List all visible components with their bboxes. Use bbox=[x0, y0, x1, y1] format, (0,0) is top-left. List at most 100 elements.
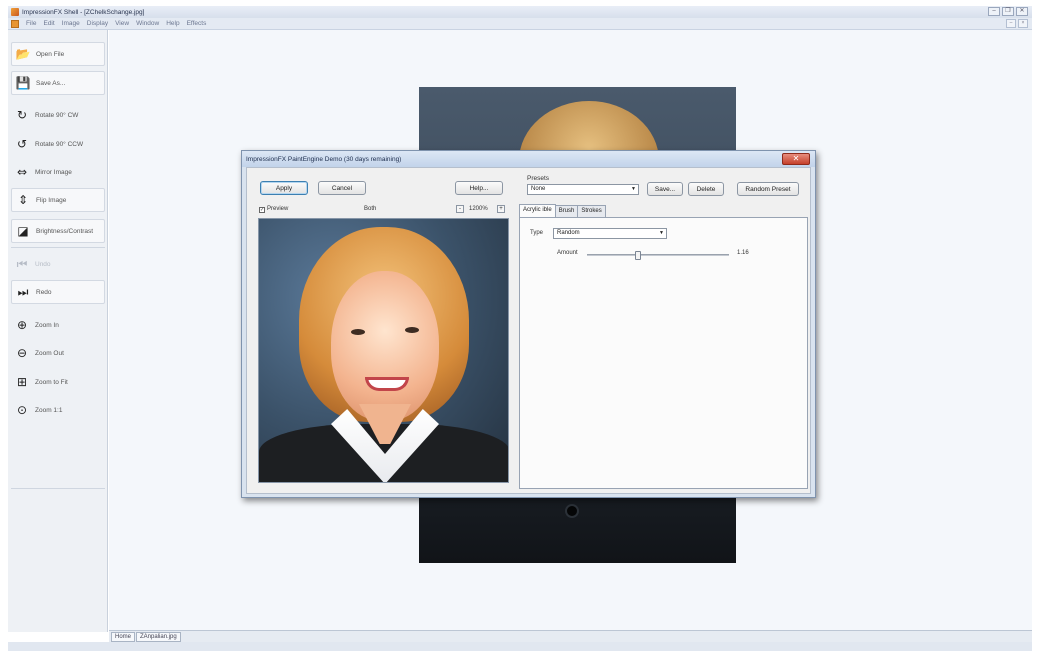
zoom-in-button[interactable]: ⊕ Zoom In bbox=[11, 313, 105, 337]
mirror-image-label: Mirror Image bbox=[35, 168, 72, 176]
zoom-to-fit-label: Zoom to Fit bbox=[35, 378, 68, 386]
doc-tab-image[interactable]: ZAnpalian.jpg bbox=[136, 631, 181, 642]
flip-image-label: Flip Image bbox=[36, 196, 67, 204]
zoom-1-1-button[interactable]: ⊙ Zoom 1:1 bbox=[11, 398, 105, 422]
rotate-ccw-icon: ↺ bbox=[16, 137, 28, 151]
menu-image[interactable]: Image bbox=[62, 20, 80, 27]
toolbar-divider bbox=[11, 488, 105, 489]
zoom-out-button[interactable]: ⊖ Zoom Out bbox=[11, 341, 105, 365]
presets-dropdown[interactable]: None ▼ bbox=[527, 184, 639, 195]
open-file-label: Open File bbox=[36, 50, 65, 58]
redo-icon: ⏭ bbox=[17, 284, 29, 299]
dialog-close-button[interactable]: ✕ bbox=[782, 153, 810, 165]
help-button[interactable]: Help... bbox=[455, 181, 503, 195]
zoom-in-label: Zoom In bbox=[35, 321, 59, 329]
preview-label: Preview bbox=[267, 206, 289, 212]
menu-file[interactable]: File bbox=[26, 20, 36, 27]
rotate-cw-button[interactable]: ↻ Rotate 90° CW bbox=[11, 103, 105, 127]
zoom-plus-button[interactable]: + bbox=[497, 205, 505, 213]
settings-panel: Type Random ▼ Amount 1.16 bbox=[519, 217, 808, 489]
preview-image[interactable] bbox=[258, 218, 509, 483]
app-logo-icon bbox=[11, 8, 19, 16]
minimize-button[interactable]: – bbox=[988, 7, 1000, 16]
delete-preset-button[interactable]: Delete bbox=[688, 182, 724, 196]
menu-view[interactable]: View bbox=[115, 20, 129, 27]
presets-selected-value: None bbox=[531, 186, 546, 192]
apply-button[interactable]: Apply bbox=[260, 181, 308, 195]
brightness-contrast-button[interactable]: ◪ Brightness/Contrast bbox=[11, 219, 105, 243]
menu-bar: File Edit Image Display View Window Help… bbox=[8, 18, 1032, 30]
tab-strokes[interactable]: Strokes bbox=[577, 205, 606, 217]
rotate-ccw-label: Rotate 90° CCW bbox=[35, 140, 84, 148]
mirror-icon: ⇔ bbox=[16, 165, 28, 179]
redo-button[interactable]: ⏭ Redo bbox=[11, 280, 105, 304]
document-tabs: Home ZAnpalian.jpg bbox=[109, 630, 1032, 642]
tab-acrylic[interactable]: Acrylic ible bbox=[519, 204, 556, 217]
save-as-button[interactable]: 💾 Save As... bbox=[11, 71, 105, 95]
type-label: Type bbox=[530, 230, 544, 236]
app-titlebar: ImpressionFX Shell - [ZChelkSchange.jpg]… bbox=[8, 6, 1032, 18]
dialog-titlebar[interactable]: ImpressionFX PaintEngine Demo (30 days r… bbox=[242, 151, 815, 167]
menu-edit[interactable]: Edit bbox=[43, 20, 54, 27]
status-bar bbox=[8, 642, 1032, 651]
brightness-contrast-icon: ◪ bbox=[17, 224, 29, 238]
redo-label: Redo bbox=[36, 288, 52, 296]
zoom-in-icon: ⊕ bbox=[16, 318, 28, 332]
amount-slider[interactable] bbox=[587, 251, 729, 260]
type-dropdown[interactable]: Random ▼ bbox=[553, 228, 667, 239]
zoom-out-icon: ⊖ bbox=[16, 346, 28, 360]
menu-display[interactable]: Display bbox=[87, 20, 108, 27]
cancel-button[interactable]: Cancel bbox=[318, 181, 366, 195]
random-preset-button[interactable]: Random Preset bbox=[737, 182, 799, 196]
menu-help[interactable]: Help bbox=[166, 20, 179, 27]
mdi-close-button[interactable]: × bbox=[1018, 19, 1028, 28]
toolbar-divider bbox=[11, 247, 105, 248]
open-file-button[interactable]: 📂 Open File bbox=[11, 42, 105, 66]
preview-face bbox=[331, 271, 439, 421]
undo-button[interactable]: ⏮ Undo bbox=[11, 252, 105, 276]
undo-label: Undo bbox=[35, 260, 51, 268]
mdi-minimize-button[interactable]: – bbox=[1006, 19, 1016, 28]
zoom-out-label: Zoom Out bbox=[35, 349, 64, 357]
zoom-1-1-icon: ⊙ bbox=[16, 403, 28, 417]
dropdown-arrow-icon: ▼ bbox=[659, 230, 664, 236]
window-controls: – ❐ ✕ bbox=[988, 7, 1028, 16]
save-as-label: Save As... bbox=[36, 79, 66, 87]
dialog-title: ImpressionFX PaintEngine Demo (30 days r… bbox=[246, 155, 402, 163]
brightness-contrast-label: Brightness/Contrast bbox=[36, 227, 94, 235]
open-folder-icon: 📂 bbox=[15, 47, 31, 61]
menu-effects[interactable]: Effects bbox=[187, 20, 207, 27]
amount-label: Amount bbox=[557, 250, 578, 256]
photo-jacket-button bbox=[565, 504, 579, 518]
presets-label: Presets bbox=[527, 175, 550, 182]
rotate-cw-label: Rotate 90° CW bbox=[35, 111, 79, 119]
save-preset-button[interactable]: Save... bbox=[647, 182, 683, 196]
tab-brush[interactable]: Brush bbox=[554, 205, 579, 217]
amount-slider-thumb[interactable] bbox=[635, 251, 641, 260]
flip-image-button[interactable]: ⇕ Flip Image bbox=[11, 188, 105, 212]
rotate-ccw-button[interactable]: ↺ Rotate 90° CCW bbox=[11, 132, 105, 156]
document-icon[interactable] bbox=[11, 19, 19, 28]
preview-mode[interactable]: Both bbox=[364, 206, 376, 212]
amount-value: 1.16 bbox=[737, 250, 749, 256]
maximize-button[interactable]: ❐ bbox=[1002, 7, 1014, 16]
settings-tabs: Acrylic ible Brush Strokes bbox=[519, 204, 606, 217]
zoom-to-fit-icon: ⊞ bbox=[16, 375, 28, 389]
menu-window[interactable]: Window bbox=[136, 20, 159, 27]
preview-zoom-value: 1200% bbox=[469, 206, 488, 212]
dialog-body: Apply Cancel Help... ✓ Preview Both - 120… bbox=[246, 167, 811, 494]
window-title: ImpressionFX Shell - [ZChelkSchange.jpg] bbox=[22, 8, 145, 16]
save-disk-icon: 💾 bbox=[15, 76, 31, 90]
preview-eye-left bbox=[351, 329, 365, 335]
preview-checkbox[interactable]: ✓ bbox=[259, 207, 265, 213]
preview-checkbox-row[interactable]: ✓ Preview bbox=[259, 206, 288, 213]
dropdown-arrow-icon: ▼ bbox=[631, 186, 636, 192]
zoom-minus-button[interactable]: - bbox=[456, 205, 464, 213]
rotate-cw-icon: ↻ bbox=[16, 108, 28, 122]
zoom-to-fit-button[interactable]: ⊞ Zoom to Fit bbox=[11, 370, 105, 394]
preview-eye-right bbox=[405, 327, 419, 333]
undo-icon: ⏮ bbox=[16, 256, 28, 271]
mirror-image-button[interactable]: ⇔ Mirror Image bbox=[11, 160, 105, 184]
close-window-button[interactable]: ✕ bbox=[1016, 7, 1028, 16]
doc-tab-home[interactable]: Home bbox=[111, 631, 136, 642]
